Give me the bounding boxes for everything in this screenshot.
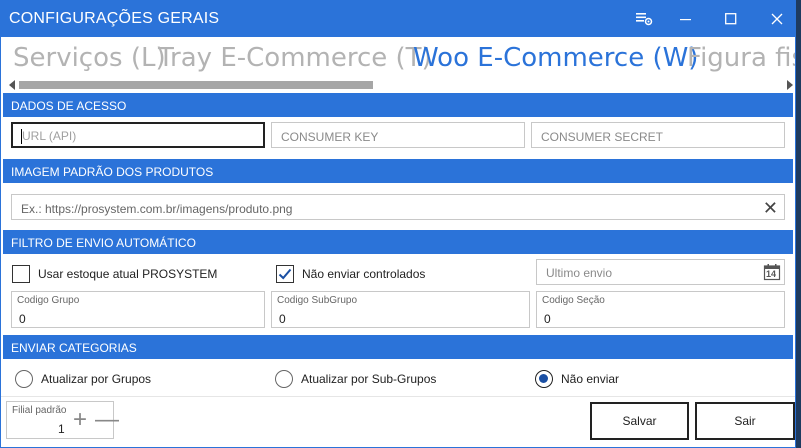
plus-icon[interactable]: + bbox=[73, 408, 87, 432]
tab-figura-fiscal[interactable]: Figura fis bbox=[687, 43, 795, 73]
subgroup-code-value: 0 bbox=[279, 312, 286, 326]
clear-icon[interactable]: ✕ bbox=[763, 199, 778, 217]
last-send-placeholder: Ultimo envio bbox=[546, 266, 613, 280]
subgroup-code-label: Codigo SubGrupo bbox=[277, 295, 358, 306]
section-filter-header: FILTRO DE ENVIO AUTOMÁTICO bbox=[3, 230, 793, 254]
image-url-input[interactable]: Ex.: https://prosystem.com.br/imagens/pr… bbox=[11, 194, 785, 220]
consumer-key-placeholder: CONSUMER KEY bbox=[281, 130, 379, 144]
calendar-icon[interactable]: 14 bbox=[763, 263, 781, 281]
close-icon[interactable] bbox=[754, 1, 800, 37]
branch-label: Filial padrão bbox=[12, 405, 67, 416]
scroll-left-icon[interactable] bbox=[9, 80, 15, 90]
tab-woo-ecommerce[interactable]: Woo E-Commerce (W) bbox=[413, 43, 698, 73]
exit-button[interactable]: Sair bbox=[695, 402, 795, 440]
tabs-scrollbar[interactable] bbox=[9, 79, 795, 91]
tab-servicos[interactable]: Serviços (L) bbox=[13, 43, 166, 73]
radio-label: Não enviar bbox=[561, 372, 620, 386]
minimize-icon[interactable] bbox=[663, 1, 709, 37]
radio-update-by-groups[interactable]: Atualizar por Grupos bbox=[15, 370, 151, 388]
use-stock-checkbox[interactable]: Usar estoque atual PROSYSTEM bbox=[12, 265, 217, 283]
group-code-value: 0 bbox=[19, 312, 26, 326]
tab-tray-ecommerce[interactable]: Tray E-Commerce (T) bbox=[158, 43, 432, 73]
checkbox-box[interactable] bbox=[276, 265, 294, 283]
no-controlled-checkbox[interactable]: Não enviar controlados bbox=[276, 265, 425, 283]
radio-do-not-send[interactable]: Não enviar bbox=[535, 370, 619, 388]
check-icon bbox=[278, 268, 292, 280]
tab-strip: Serviços (L) Tray E-Commerce (T) Woo E-C… bbox=[1, 39, 795, 79]
branch-value: 1 bbox=[58, 422, 65, 436]
radio-label: Atualizar por Grupos bbox=[41, 372, 152, 386]
group-code-label: Codigo Grupo bbox=[17, 295, 80, 306]
radio-label: Atualizar por Sub-Grupos bbox=[301, 372, 437, 386]
url-api-input[interactable]: URL (API) bbox=[11, 122, 265, 148]
scrollbar-thumb[interactable] bbox=[19, 81, 373, 89]
section-image-header: IMAGEM PADRÃO DOS PRODUTOS bbox=[3, 159, 793, 183]
url-api-placeholder: URL (API) bbox=[22, 129, 77, 143]
image-url-placeholder: Ex.: https://prosystem.com.br/imagens/pr… bbox=[21, 202, 293, 216]
section-categories-header: ENVIAR CATEGORIAS bbox=[3, 335, 793, 359]
no-controlled-label: Não enviar controlados bbox=[302, 267, 426, 281]
group-code-field[interactable]: Codigo Grupo 0 bbox=[11, 291, 265, 328]
save-button[interactable]: Salvar bbox=[590, 402, 689, 440]
consumer-secret-input[interactable]: CONSUMER SECRET bbox=[531, 122, 785, 148]
background-strip bbox=[796, 0, 801, 448]
section-code-field[interactable]: Codigo Seção 0 bbox=[536, 291, 785, 328]
settings-window: CONFIGURAÇÕES GERAIS Serviços (L) Tray E… bbox=[0, 0, 796, 448]
checkbox-box[interactable] bbox=[12, 265, 30, 283]
radio-circle[interactable] bbox=[535, 370, 553, 388]
minus-icon[interactable]: — bbox=[95, 408, 119, 432]
branch-stepper[interactable]: Filial padrão 1 + — bbox=[6, 401, 119, 439]
section-code-label: Codigo Seção bbox=[542, 295, 605, 306]
window-title: CONFIGURAÇÕES GERAIS bbox=[9, 10, 220, 27]
maximize-icon[interactable] bbox=[708, 1, 754, 37]
radio-update-by-subgroups[interactable]: Atualizar por Sub-Grupos bbox=[275, 370, 436, 388]
radio-circle[interactable] bbox=[275, 370, 293, 388]
calendar-day: 14 bbox=[766, 269, 777, 279]
section-access-header: DADOS DE ACESSO bbox=[3, 93, 793, 117]
settings-icon[interactable] bbox=[621, 1, 667, 37]
consumer-secret-placeholder: CONSUMER SECRET bbox=[541, 130, 664, 144]
subgroup-code-field[interactable]: Codigo SubGrupo 0 bbox=[271, 291, 530, 328]
footer-divider bbox=[1, 396, 795, 397]
section-code-value: 0 bbox=[544, 312, 551, 326]
title-bar: CONFIGURAÇÕES GERAIS bbox=[1, 1, 795, 37]
last-send-date-input[interactable]: Ultimo envio 14 bbox=[536, 259, 785, 285]
consumer-key-input[interactable]: CONSUMER KEY bbox=[271, 122, 525, 148]
use-stock-label: Usar estoque atual PROSYSTEM bbox=[38, 267, 218, 281]
scroll-right-icon[interactable] bbox=[787, 80, 793, 90]
radio-circle[interactable] bbox=[15, 370, 33, 388]
